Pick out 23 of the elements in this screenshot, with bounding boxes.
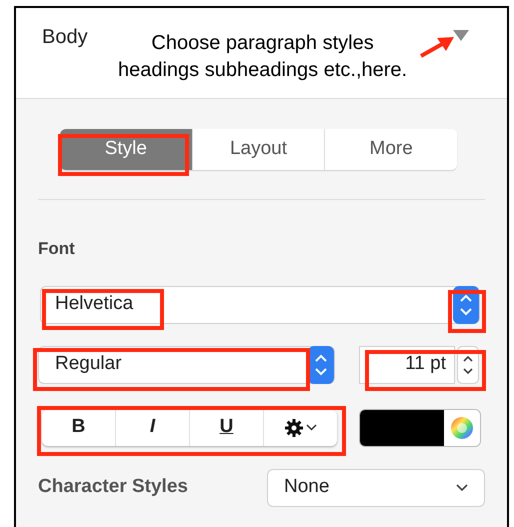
typeface-value: Regular	[55, 352, 122, 376]
character-style-value: None	[284, 475, 330, 500]
color-well[interactable]	[359, 408, 481, 446]
underline-button[interactable]: U	[189, 410, 263, 446]
italic-button[interactable]: I	[115, 410, 189, 446]
font-family-value: Helvetica	[55, 292, 134, 316]
gear-icon	[284, 418, 304, 438]
chevron-down-icon	[456, 484, 468, 492]
field-label: Character Styles	[38, 475, 188, 500]
annotation-text: Choose paragraph styles headings subheadings etc.,here.	[118, 31, 408, 83]
bold-button[interactable]: B	[42, 410, 115, 446]
annotation-arrow	[420, 36, 454, 58]
tab[interactable]: More	[324, 129, 458, 170]
tab[interactable]: Layout	[192, 129, 324, 170]
character-styles-popup[interactable]: None	[267, 468, 485, 506]
section-heading: Font	[38, 238, 76, 260]
font-family-popup[interactable]: Helvetica	[40, 286, 480, 324]
font-size-value: 11 pt	[405, 352, 446, 376]
disclosure-triangle-icon[interactable]	[453, 30, 469, 41]
color-wheel-icon[interactable]	[450, 416, 474, 440]
paragraph-style-name[interactable]: Body	[42, 22, 88, 52]
stepper-icon[interactable]	[457, 346, 479, 384]
chevron-down-icon	[306, 424, 317, 431]
